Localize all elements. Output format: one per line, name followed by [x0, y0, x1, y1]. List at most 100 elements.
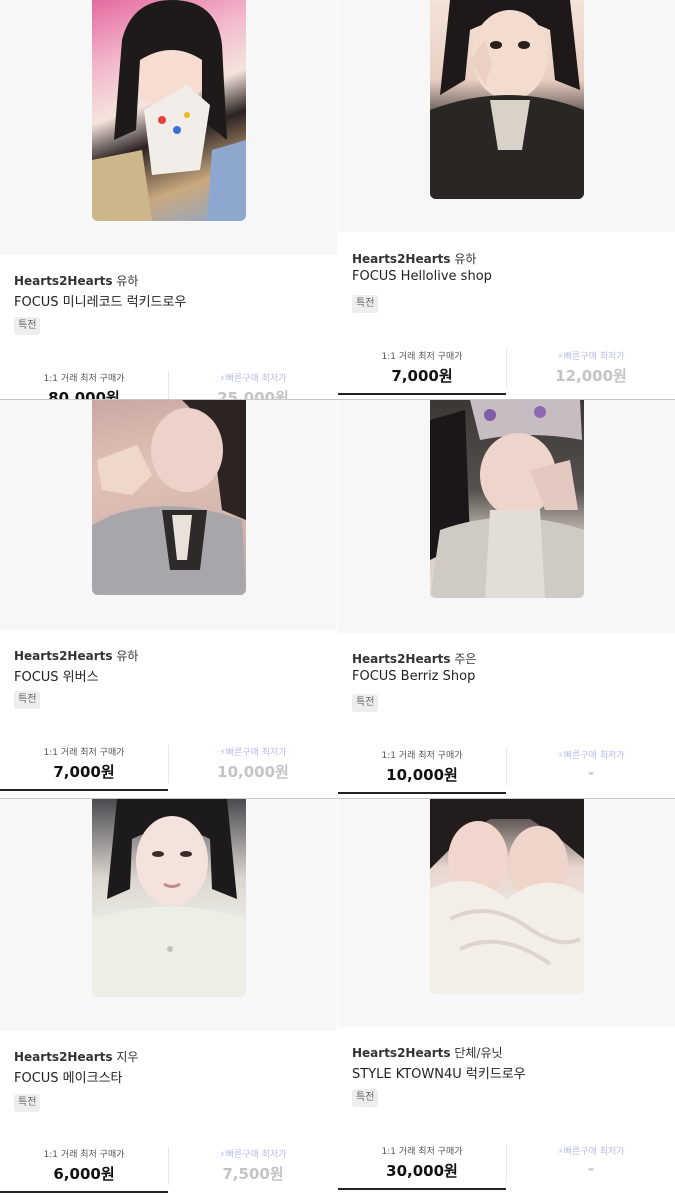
photocard-image	[430, 0, 584, 199]
selected-tab-underline	[338, 1188, 506, 1190]
p2p-price-label: 1:1 거래 최저 구매가	[43, 374, 125, 384]
p2p-price-value: 6,000원	[53, 1165, 115, 1183]
price-row: 1:1 거래 최저 구매가 30,000원 ⚡빠른구매 최저가 -	[338, 1136, 675, 1190]
price-row: 1:1 거래 최저 구매가 6,000원 ⚡빠른구매 최저가 7,500원	[0, 1139, 337, 1193]
artist-name: Hearts2Hearts 지우	[14, 1048, 138, 1065]
product-grid: Hearts2Hearts 유하 FOCUS 미니레코드 럭키드로우 특전 1:…	[0, 0, 675, 1200]
bonus-badge: 특전	[14, 691, 41, 709]
fast-price-tab[interactable]: ⚡빠른구매 최저가 7,500원	[169, 1139, 337, 1193]
p2p-price-value: 7,000원	[391, 367, 453, 385]
product-info: Hearts2Hearts 유하 FOCUS Hellolive shop 특전	[338, 232, 675, 332]
photocard-image	[92, 799, 246, 997]
price-row: 1:1 거래 최저 구매가 10,000원 ⚡빠른구매 최저가 -	[338, 740, 675, 794]
p2p-price-value: 10,000원	[386, 766, 458, 784]
fast-price-label: ⚡빠른구매 최저가	[557, 352, 625, 362]
p2p-price-tab[interactable]: 1:1 거래 최저 구매가 7,000원	[338, 341, 506, 395]
product-title: FOCUS Hellolive shop	[352, 269, 492, 284]
product-title: FOCUS 미니레코드 럭키드로우	[14, 295, 187, 310]
group-name: Hearts2Hearts	[14, 274, 113, 288]
selected-tab-underline	[338, 393, 506, 395]
fast-price-label: ⚡빠른구매 최저가	[557, 1147, 625, 1157]
price-row: 1:1 거래 최저 구매가 7,000원 ⚡빠른구매 최저가 12,000원	[338, 341, 675, 395]
fast-price-tab[interactable]: ⚡빠른구매 최저가 25,000원	[169, 363, 337, 400]
p2p-price-tab[interactable]: 1:1 거래 최저 구매가 80,000원	[0, 363, 168, 400]
p2p-price-value: 7,000원	[53, 763, 115, 781]
selected-tab-underline	[0, 1191, 168, 1193]
product-card[interactable]: Hearts2Hearts 유하 FOCUS 미니레코드 럭키드로우 특전 1:…	[0, 0, 337, 400]
fast-price-tab[interactable]: ⚡빠른구매 최저가 10,000원	[169, 737, 337, 791]
fast-price-value: 7,500원	[222, 1165, 284, 1183]
bonus-badge: 특전	[14, 1094, 41, 1112]
product-info: Hearts2Hearts 단체/유닛 STYLE KTOWN4U 럭키드로우 …	[338, 1027, 675, 1127]
product-info: Hearts2Hearts 유하 FOCUS 위버스 특전	[0, 630, 337, 730]
p2p-price-label: 1:1 거래 최저 구매가	[381, 1147, 463, 1157]
fast-price-value: 12,000원	[555, 367, 627, 385]
product-card[interactable]: Hearts2Hearts 지우 FOCUS 메이크스타 특전 1:1 거래 최…	[0, 799, 337, 1200]
product-image-area	[338, 400, 675, 633]
product-card[interactable]: Hearts2Hearts 유하 FOCUS 위버스 특전 1:1 거래 최저 …	[0, 400, 337, 798]
group-name: Hearts2Hearts	[14, 1050, 113, 1064]
p2p-price-tab[interactable]: 1:1 거래 최저 구매가 6,000원	[0, 1139, 168, 1193]
p2p-price-value: 30,000원	[386, 1162, 458, 1180]
p2p-price-tab[interactable]: 1:1 거래 최저 구매가 7,000원	[0, 737, 168, 791]
group-name: Hearts2Hearts	[352, 252, 451, 266]
price-row: 1:1 거래 최저 구매가 80,000원 ⚡빠른구매 최저가 25,000원	[0, 363, 337, 400]
product-info: Hearts2Hearts 주은 FOCUS Berriz Shop 특전	[338, 633, 675, 730]
fast-price-label: ⚡빠른구매 최저가	[557, 751, 625, 761]
product-title: FOCUS Berriz Shop	[352, 669, 476, 684]
fast-price-tab[interactable]: ⚡빠른구매 최저가 -	[507, 740, 675, 794]
product-image-area	[0, 0, 337, 255]
price-row: 1:1 거래 최저 구매가 7,000원 ⚡빠른구매 최저가 10,000원	[0, 737, 337, 791]
product-card[interactable]: Hearts2Hearts 단체/유닛 STYLE KTOWN4U 럭키드로우 …	[338, 799, 675, 1200]
fast-price-value: -	[587, 764, 595, 782]
p2p-price-label: 1:1 거래 최저 구매가	[381, 352, 463, 362]
member-name: 지우	[116, 1050, 139, 1064]
group-name: Hearts2Hearts	[352, 1046, 451, 1060]
fast-price-value: -	[587, 1160, 595, 1178]
product-image-area	[338, 0, 675, 232]
photocard-image	[92, 400, 246, 595]
product-image-area	[0, 400, 337, 630]
p2p-price-tab[interactable]: 1:1 거래 최저 구매가 30,000원	[338, 1136, 506, 1190]
member-name: 주은	[454, 652, 477, 666]
bonus-badge: 특전	[352, 694, 379, 712]
fast-price-label: ⚡빠른구매 최저가	[219, 1150, 287, 1160]
bonus-badge: 특전	[14, 317, 41, 335]
product-title: FOCUS 메이크스타	[14, 1071, 123, 1086]
fast-price-tab[interactable]: ⚡빠른구매 최저가 -	[507, 1136, 675, 1190]
product-title: FOCUS 위버스	[14, 670, 99, 685]
member-name: 유하	[116, 649, 139, 663]
selected-tab-underline	[338, 792, 506, 794]
product-image-area	[338, 799, 675, 1027]
member-name: 유하	[116, 274, 139, 288]
product-card[interactable]: Hearts2Hearts 주은 FOCUS Berriz Shop 특전 1:…	[338, 400, 675, 798]
fast-price-label: ⚡빠른구매 최저가	[219, 748, 287, 758]
artist-name: Hearts2Hearts 유하	[14, 272, 138, 289]
selected-tab-underline	[0, 789, 168, 791]
bonus-badge: 특전	[352, 295, 379, 313]
group-name: Hearts2Hearts	[14, 649, 113, 663]
product-info: Hearts2Hearts 유하 FOCUS 미니레코드 럭키드로우 특전	[0, 255, 337, 360]
artist-name: Hearts2Hearts 유하	[352, 250, 476, 267]
artist-name: Hearts2Hearts 주은	[352, 650, 476, 667]
photocard-image	[430, 400, 584, 598]
p2p-price-tab[interactable]: 1:1 거래 최저 구매가 10,000원	[338, 740, 506, 794]
fast-price-label: ⚡빠른구매 최저가	[219, 374, 287, 384]
p2p-price-label: 1:1 거래 최저 구매가	[43, 748, 125, 758]
artist-name: Hearts2Hearts 단체/유닛	[352, 1044, 503, 1061]
product-info: Hearts2Hearts 지우 FOCUS 메이크스타 특전	[0, 1031, 337, 1131]
photocard-image	[92, 0, 246, 221]
product-title: STYLE KTOWN4U 럭키드로우	[352, 1067, 526, 1082]
product-card[interactable]: Hearts2Hearts 유하 FOCUS Hellolive shop 특전…	[338, 0, 675, 399]
member-name: 단체/유닛	[454, 1046, 503, 1060]
group-name: Hearts2Hearts	[352, 652, 451, 666]
product-image-area	[0, 799, 337, 1031]
artist-name: Hearts2Hearts 유하	[14, 647, 138, 664]
p2p-price-label: 1:1 거래 최저 구매가	[381, 751, 463, 761]
fast-price-value: 10,000원	[217, 763, 289, 781]
bonus-badge: 특전	[352, 1089, 379, 1107]
fast-price-tab[interactable]: ⚡빠른구매 최저가 12,000원	[507, 341, 675, 395]
p2p-price-label: 1:1 거래 최저 구매가	[43, 1150, 125, 1160]
member-name: 유하	[454, 252, 477, 266]
photocard-image	[430, 799, 584, 994]
